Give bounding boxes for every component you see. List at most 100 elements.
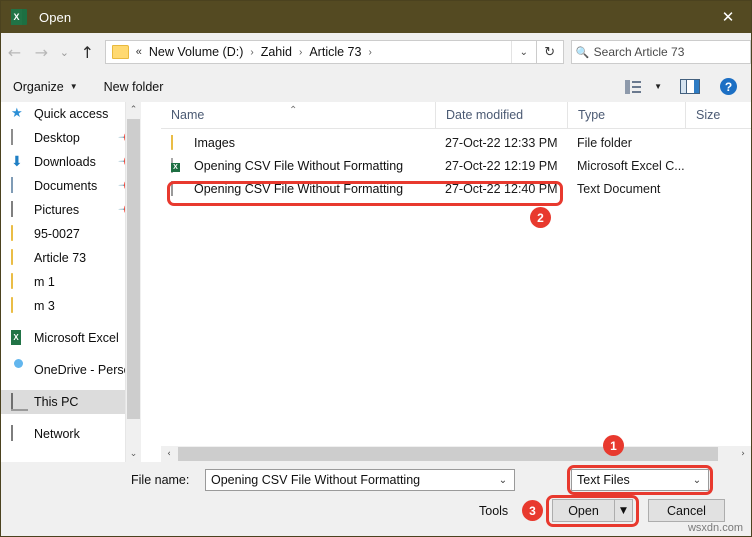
file-name-input[interactable]: Opening CSV File Without Formatting ⌄ [205, 469, 515, 491]
text-document-icon [171, 180, 187, 197]
forward-icon[interactable]: → [28, 37, 55, 67]
sidebar-scrollbar[interactable]: ⌃ ⌄ [125, 102, 141, 462]
organize-button[interactable]: Organize ▼ [13, 80, 78, 94]
file-type-select[interactable]: Text Files ⌄ [571, 469, 709, 491]
preview-pane-icon[interactable] [680, 79, 700, 94]
toolbar-right-group: ▼ ? [625, 78, 751, 95]
sidebar-item-article-73[interactable]: Article 73 [1, 246, 141, 270]
sidebar-item-label: This PC [34, 395, 79, 409]
sidebar-item-m-1[interactable]: m 1 [1, 270, 141, 294]
table-row[interactable]: Images 27-Oct-22 12:33 PM File folder [161, 132, 751, 153]
sidebar-item-label: m 1 [34, 275, 55, 289]
sidebar-item-pictures[interactable]: Pictures 📌 [1, 198, 141, 222]
file-date-cell: 27-Oct-22 12:33 PM [445, 135, 558, 150]
scroll-left-icon[interactable]: ‹ [161, 446, 177, 462]
sidebar-item-quick-access[interactable]: ★ Quick access [1, 102, 141, 126]
cancel-button[interactable]: Cancel [648, 499, 725, 522]
list-view-icon[interactable] [625, 79, 642, 94]
file-name-cell: Opening CSV File Without Formatting [161, 157, 435, 174]
sidebar-item-microsoft-excel[interactable]: Microsoft Excel [1, 326, 141, 350]
sort-ascending-icon: ⌃ [289, 105, 298, 116]
sidebar-item-network[interactable]: Network [1, 422, 141, 446]
table-row[interactable]: Opening CSV File Without Formatting 27-O… [161, 155, 751, 176]
open-dropdown-caret-icon[interactable]: ▼ [615, 499, 633, 522]
tools-button[interactable]: Tools [479, 504, 508, 518]
main-content: ★ Quick access Desktop 📌 ⬇ Downloads 📌 D… [1, 102, 751, 462]
annotation-marker-2: 2 [530, 207, 551, 228]
sidebar-item-onedrive[interactable]: OneDrive - Personal [1, 358, 141, 382]
scroll-right-icon[interactable]: › [735, 446, 751, 462]
sidebar-item-label: Downloads [34, 155, 96, 169]
scrollbar-thumb[interactable] [178, 447, 718, 461]
column-header-size[interactable]: Size [685, 102, 745, 128]
file-name-label: Opening CSV File Without Formatting [194, 158, 404, 173]
sidebar-item-95-0027[interactable]: 95-0027 [1, 222, 141, 246]
folder-icon [11, 225, 28, 242]
scroll-up-icon[interactable]: ⌃ [126, 102, 141, 118]
file-name-label: File name: [131, 473, 190, 487]
new-folder-label: New folder [103, 79, 164, 94]
chevron-down-icon[interactable]: ⌄ [492, 475, 514, 486]
star-icon: ★ [11, 106, 23, 121]
sidebar-item-documents[interactable]: Documents 📌 [1, 174, 141, 198]
file-list-horizontal-scrollbar[interactable]: ‹ › [161, 446, 751, 462]
search-placeholder: Search Article 73 [593, 45, 685, 59]
file-type-cell: Microsoft Excel C... [577, 158, 685, 173]
new-folder-button[interactable]: New folder [104, 80, 164, 94]
sidebar-item-desktop[interactable]: Desktop 📌 [1, 126, 141, 150]
excel-icon [11, 330, 28, 346]
search-icon: 🔍 [575, 45, 590, 59]
command-toolbar: Organize ▼ New folder ▼ ? [1, 71, 751, 103]
sidebar-item-label: Desktop [34, 131, 80, 145]
file-name-label: Images [194, 135, 235, 150]
open-file-dialog: Open ✕ ← → ⌄ ↑ « New Volume (D:) › Zahid… [0, 0, 752, 537]
desktop-icon [11, 129, 28, 146]
scroll-down-icon[interactable]: ⌄ [126, 446, 141, 462]
up-icon[interactable]: ↑ [74, 37, 101, 67]
breadcrumb-item-2[interactable]: Article 73 [309, 45, 361, 59]
scrollbar-thumb[interactable] [127, 119, 140, 419]
sidebar-item-label: Pictures [34, 203, 80, 217]
sidebar-item-label: 95-0027 [34, 227, 80, 241]
file-type-cell: File folder [577, 135, 632, 150]
column-header-type[interactable]: Type [567, 102, 685, 128]
sidebar-item-downloads[interactable]: ⬇ Downloads 📌 [1, 150, 141, 174]
chevron-down-icon[interactable]: ⌄ [686, 475, 708, 486]
breadcrumb-item-0[interactable]: New Volume (D:) [149, 45, 243, 59]
title-bar: Open ✕ [1, 1, 751, 33]
file-date-cell: 27-Oct-22 12:19 PM [445, 158, 558, 173]
recent-locations-icon[interactable]: ⌄ [55, 37, 74, 67]
help-icon[interactable]: ? [720, 78, 737, 95]
folder-icon [11, 273, 28, 290]
chevron-down-icon[interactable]: ⌄ [510, 41, 536, 63]
file-name-cell: Opening CSV File Without Formatting [161, 180, 435, 197]
folder-icon [111, 45, 129, 59]
sidebar-item-label: Documents [34, 179, 98, 193]
column-label: Name [171, 108, 205, 122]
chevron-down-icon: ▼ [69, 82, 78, 91]
file-name-value[interactable]: Opening CSV File Without Formatting [211, 473, 492, 487]
refresh-icon[interactable]: ↻ [536, 40, 564, 64]
back-icon[interactable]: ← [1, 37, 28, 67]
view-chevron-down-icon[interactable]: ▼ [654, 82, 662, 91]
column-header-date-modified[interactable]: Date modified [435, 102, 567, 128]
network-icon [11, 425, 28, 442]
documents-icon [11, 177, 28, 194]
file-list: Name ⌃ Date modified Type Size Images 27… [161, 102, 751, 462]
close-icon[interactable]: ✕ [705, 1, 751, 33]
breadcrumb-item-1[interactable]: Zahid [261, 45, 292, 59]
open-button[interactable]: Open [552, 499, 615, 522]
breadcrumb[interactable]: « New Volume (D:) › Zahid › Article 73 ›… [104, 40, 537, 64]
sidebar-item-this-pc[interactable]: This PC [1, 390, 141, 414]
navigation-pane: ★ Quick access Desktop 📌 ⬇ Downloads 📌 D… [1, 102, 141, 462]
folder-icon [11, 297, 28, 314]
sidebar-item-m-3[interactable]: m 3 [1, 294, 141, 318]
breadcrumb-overflow-icon[interactable]: « [136, 46, 142, 58]
search-input[interactable]: 🔍 Search Article 73 [570, 40, 752, 64]
table-row[interactable]: Opening CSV File Without Formatting 27-O… [161, 178, 751, 199]
sidebar-item-label: Article 73 [34, 251, 87, 265]
file-type-value: Text Files [577, 473, 630, 487]
file-date-cell: 27-Oct-22 12:40 PM [445, 181, 558, 196]
annotation-marker-3: 3 [522, 500, 543, 521]
column-header-name[interactable]: Name ⌃ [161, 102, 435, 128]
